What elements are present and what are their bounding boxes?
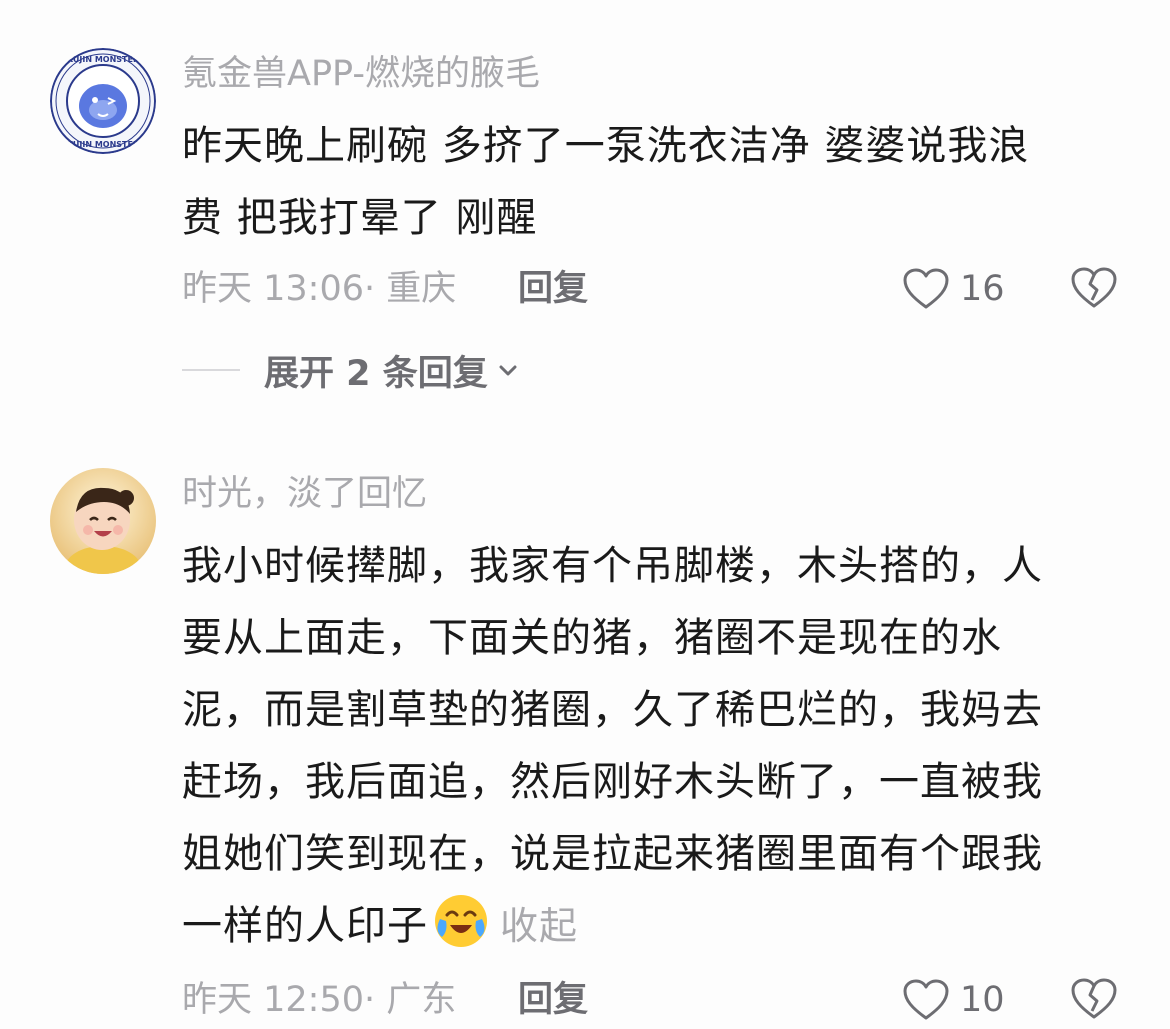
comment-text: 昨天晚上刷碗 多挤了一泵洗衣洁净 婆婆说我浪 费 把我打晕了 刚醒: [182, 110, 1122, 254]
comment-line: 一样的人印子: [182, 903, 428, 949]
comment-text: 我小时候撵脚，我家有个吊脚楼，木头搭的，人 要从上面走，下面关的猪，猪圈不是现在…: [182, 530, 1122, 962]
like-button[interactable]: 10: [902, 975, 1005, 1025]
divider-line: [182, 369, 240, 371]
expand-replies-button[interactable]: 展开 2 条回复: [182, 348, 520, 394]
expand-replies-label: 展开 2 条回复: [264, 353, 488, 394]
comment-time-location: 昨天 13:06· 重庆: [182, 269, 457, 309]
comment-item: 时光，淡了回忆 我小时候撵脚，我家有个吊脚楼，木头搭的，人 要从上面走，下面关的…: [0, 440, 1170, 1029]
svg-text:KUJIN MONSTER: KUJIN MONSTER: [67, 140, 139, 149]
like-count: 16: [960, 269, 1005, 309]
username[interactable]: 氪金兽APP-燃烧的腋毛: [182, 52, 540, 96]
comment-last-line: 一样的人印子 收起: [182, 890, 1122, 962]
comment-item: KUJIN MONSTER KUJIN MONSTER 氪金兽APP-燃烧的腋毛…: [0, 0, 1170, 420]
reply-button[interactable]: 回复: [518, 267, 588, 311]
comment-time-location: 昨天 12:50· 广东: [182, 980, 457, 1020]
comment-line: 泥，而是割草垫的猪圈，久了稀巴烂的，我妈去: [182, 687, 1043, 733]
svg-text:KUJIN MONSTER: KUJIN MONSTER: [67, 55, 139, 64]
comment-line: 赶场，我后面追，然后刚好木头断了，一直被我: [182, 759, 1043, 805]
like-button[interactable]: 16: [902, 264, 1005, 314]
collapse-button[interactable]: 收起: [500, 904, 578, 948]
broken-heart-icon: [1071, 978, 1117, 1019]
child-photo-icon: [50, 468, 156, 574]
comment-line: 昨天晚上刷碗 多挤了一泵洗衣洁净 婆婆说我浪: [182, 123, 1030, 169]
username[interactable]: 时光，淡了回忆: [182, 472, 427, 516]
comment-line: 我小时候撵脚，我家有个吊脚楼，木头搭的，人: [182, 543, 1043, 589]
comment-line: 要从上面走，下面关的猪，猪圈不是现在的水: [182, 615, 1002, 661]
avatar[interactable]: [50, 468, 156, 574]
like-count: 10: [960, 980, 1005, 1020]
avatar[interactable]: KUJIN MONSTER KUJIN MONSTER: [50, 48, 156, 154]
crying-laughing-emoji-icon: [435, 895, 487, 947]
monster-logo-icon: KUJIN MONSTER KUJIN MONSTER: [50, 48, 156, 154]
heart-icon: [903, 268, 949, 309]
comment-line: 姐她们笑到现在，说是拉起来猪圈里面有个跟我: [182, 831, 1043, 877]
dislike-button[interactable]: [1070, 977, 1118, 1025]
reply-button[interactable]: 回复: [518, 978, 588, 1022]
heart-icon: [903, 979, 949, 1020]
broken-heart-icon: [1071, 267, 1117, 308]
dislike-button[interactable]: [1070, 266, 1118, 314]
comment-line: 费 把我打晕了 刚醒: [182, 195, 538, 241]
chevron-down-icon: [499, 365, 517, 376]
